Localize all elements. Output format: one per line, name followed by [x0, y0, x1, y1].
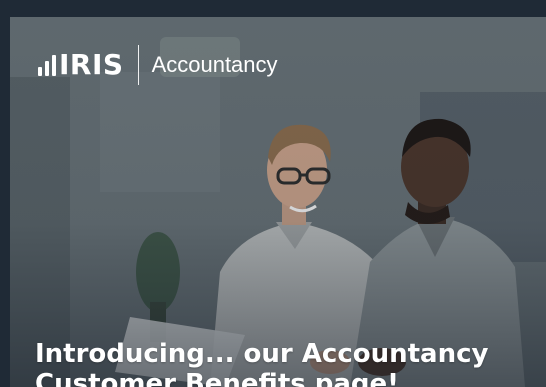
- brand-name: IRIS: [59, 48, 124, 81]
- logo-divider: [137, 45, 139, 85]
- signal-bars-icon: [38, 54, 56, 76]
- hero-banner[interactable]: IRIS Accountancy Introducing... our Acco…: [10, 17, 546, 387]
- page-frame: IRIS Accountancy Introducing... our Acco…: [0, 0, 546, 387]
- brand-division: Accountancy: [151, 52, 278, 77]
- hero-headline: Introducing... our Accountancy Customer …: [35, 339, 489, 387]
- iris-logo[interactable]: IRIS Accountancy: [38, 43, 278, 87]
